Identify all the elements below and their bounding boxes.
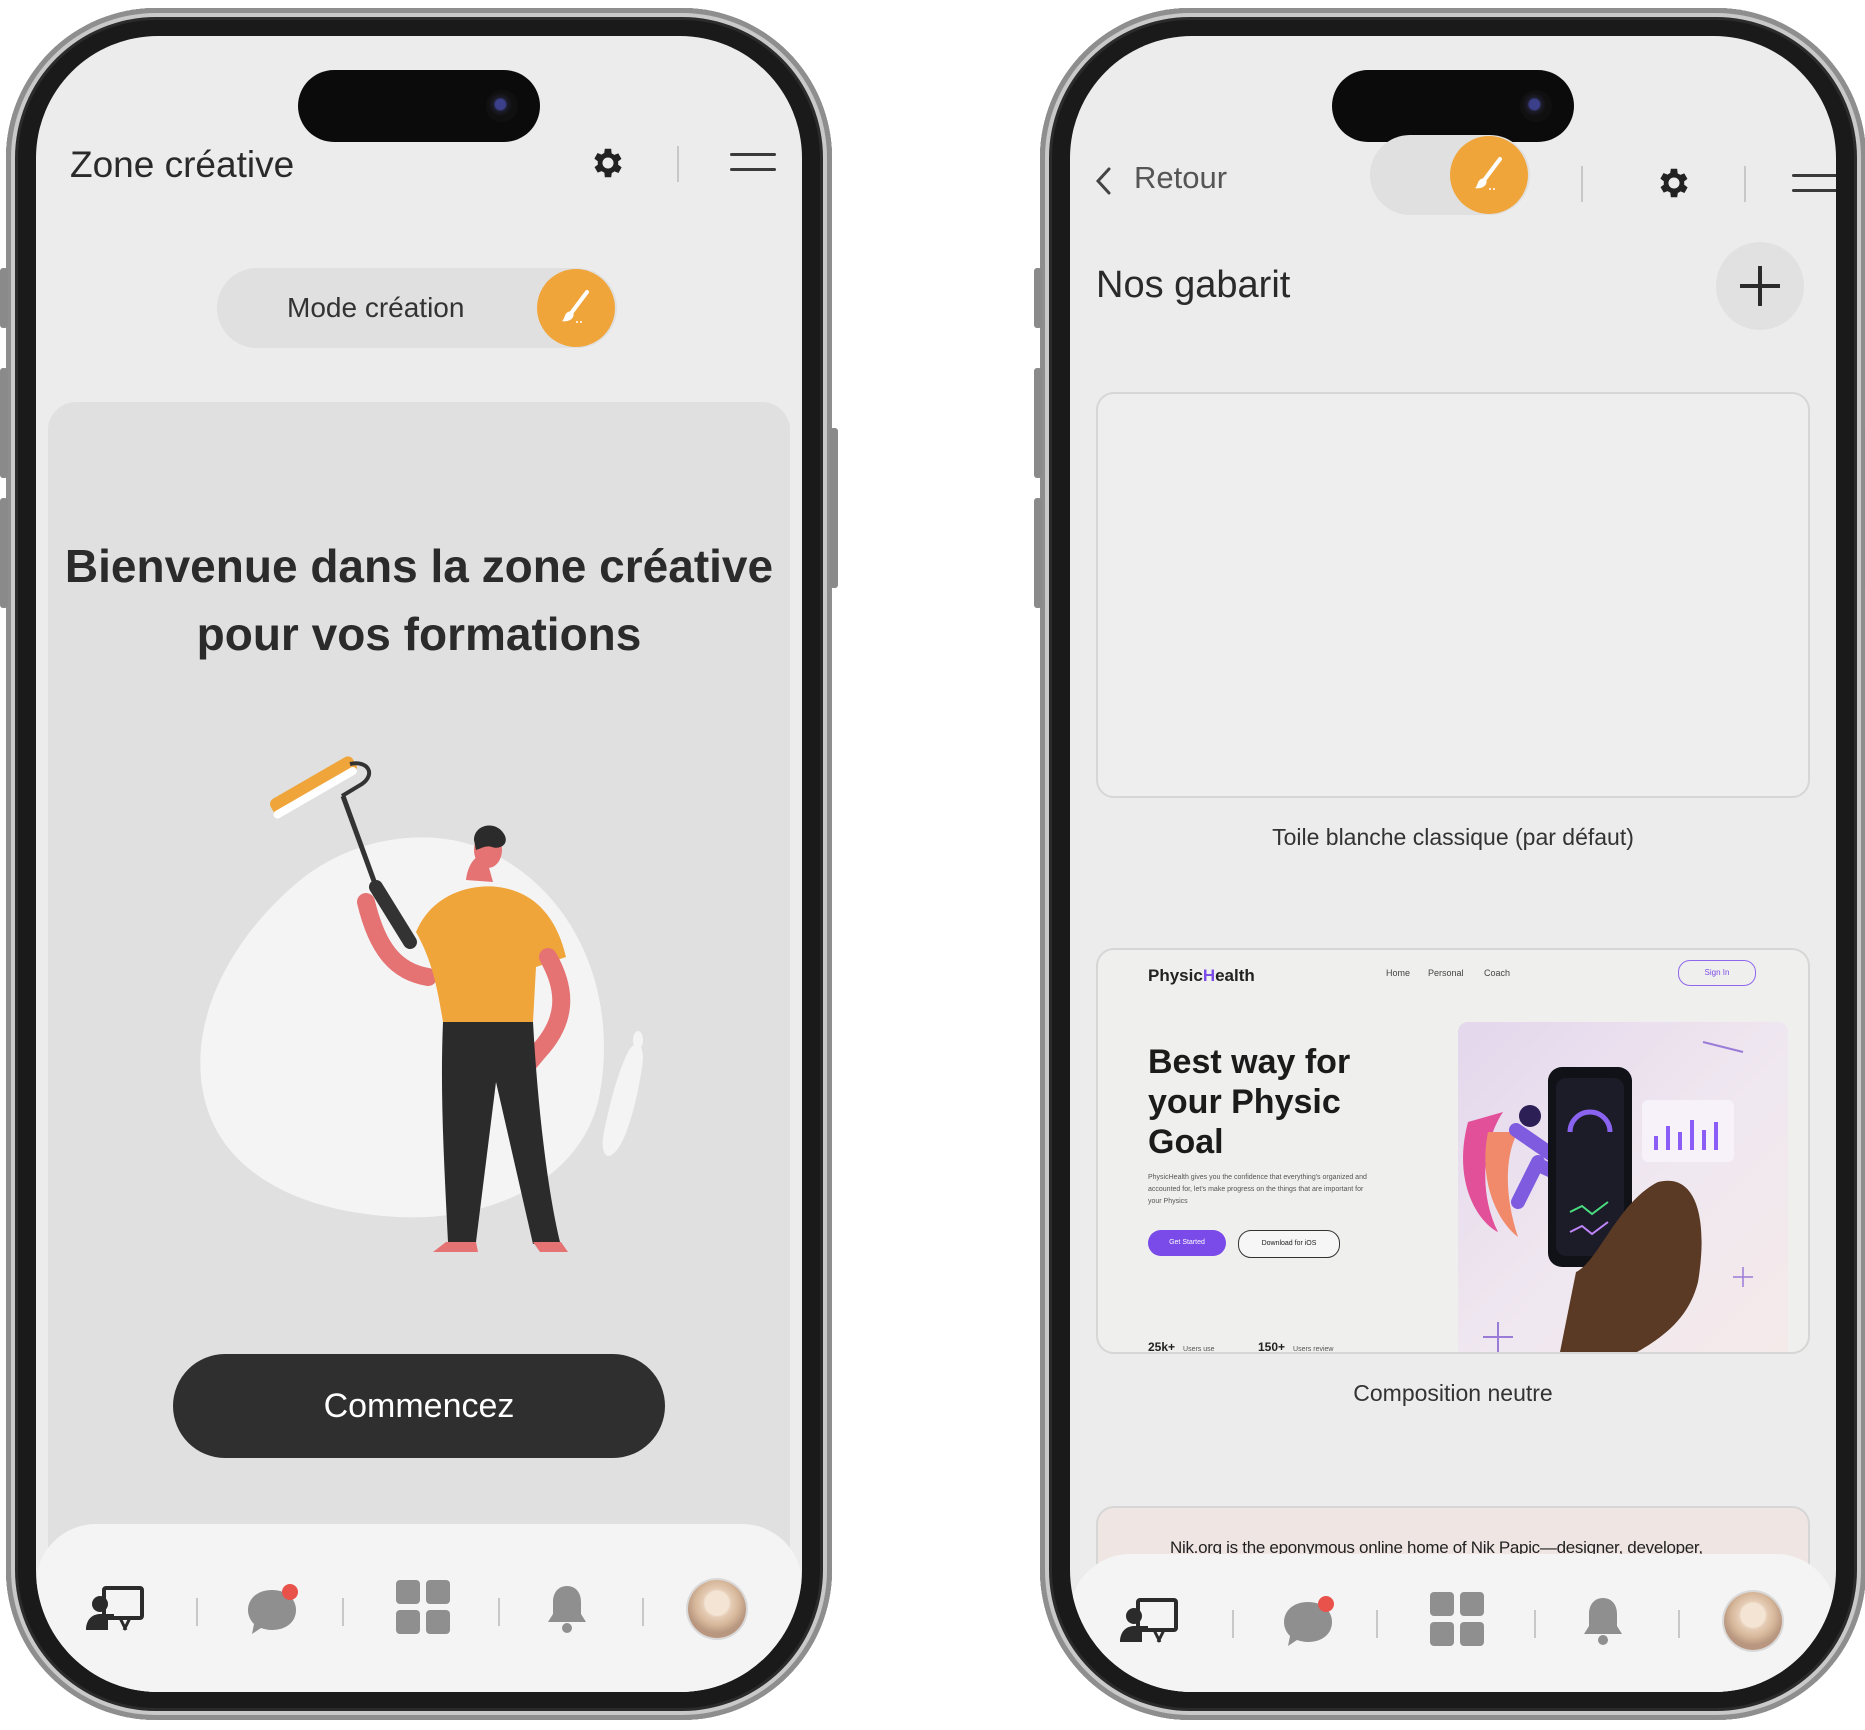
camera-icon [1520, 90, 1552, 122]
preview-nav-item: Home [1386, 968, 1411, 978]
nav-divider [1534, 1610, 1536, 1638]
gear-icon[interactable] [589, 144, 627, 182]
dynamic-island [1332, 70, 1574, 142]
volume-down-button [0, 498, 8, 608]
preview-stat: 25k+ Users use [1148, 1340, 1215, 1354]
bottom-navigation [36, 1524, 802, 1692]
preview-nav-item: Personal [1428, 968, 1464, 978]
volume-up-button [1034, 368, 1042, 478]
dashboard-icon[interactable] [1428, 1590, 1486, 1648]
runner-phone-illustration [1463, 1041, 1753, 1352]
nav-divider [498, 1598, 500, 1626]
preview-secondary-button: Download for iOS [1238, 1230, 1340, 1258]
template-card-blank[interactable] [1096, 392, 1810, 798]
preview-stat: 150+ Users review [1258, 1340, 1334, 1354]
template-caption: Toile blanche classique (par défaut) [1272, 824, 1634, 850]
mode-creation-toggle[interactable] [1370, 135, 1530, 215]
bell-icon[interactable] [544, 1582, 590, 1634]
template-card-neutral[interactable]: PhysicHealth Home Personal Coach Sign In… [1096, 948, 1810, 1354]
nav-divider [1376, 1610, 1378, 1638]
header-divider [1581, 166, 1583, 202]
power-button [830, 428, 838, 588]
chat-icon[interactable] [1280, 1592, 1340, 1650]
bottom-navigation [1070, 1554, 1836, 1692]
action-button [1034, 268, 1042, 328]
welcome-card: Bienvenue dans la zone créative pour vos… [48, 402, 790, 1692]
preview-headline: Best way for your Physic Goal [1148, 1043, 1351, 1161]
menu-icon[interactable] [1792, 171, 1836, 195]
dashboard-icon[interactable] [394, 1578, 452, 1636]
brush-toggle-knob[interactable] [1450, 136, 1528, 214]
chat-icon[interactable] [244, 1580, 304, 1638]
phone-left: Zone créative Mode création Bienvenue da… [0, 8, 838, 1720]
welcome-title: Bienvenue dans la zone créative pour vos… [48, 532, 790, 668]
welcome-title-line-2: pour vos formations [196, 608, 642, 660]
brush-toggle-knob[interactable] [537, 269, 615, 347]
welcome-title-line-1: Bienvenue dans la zone créative [64, 540, 774, 592]
nav-divider [642, 1598, 644, 1626]
preview-signin: Sign In [1678, 960, 1756, 986]
header-divider [1744, 166, 1746, 202]
avatar[interactable] [688, 1580, 746, 1638]
nav-divider [342, 1598, 344, 1626]
camera-icon [486, 90, 518, 122]
preview-description: PhysicHealth gives you the confidence th… [1148, 1174, 1367, 1205]
mode-creation-label: Mode création [287, 292, 465, 323]
plus-icon [1740, 266, 1780, 306]
back-label: Retour [1134, 160, 1228, 195]
header-divider [677, 146, 679, 182]
preview-primary-button: Get Started [1148, 1230, 1226, 1256]
brush-icon [562, 290, 589, 323]
template-caption: Composition neutre [1353, 1380, 1553, 1406]
painter-illustration [200, 756, 643, 1252]
volume-down-button [1034, 498, 1042, 608]
nav-divider [1678, 1610, 1680, 1638]
start-button[interactable]: Commencez [173, 1354, 665, 1458]
menu-icon[interactable] [730, 150, 776, 174]
add-template-button[interactable] [1716, 242, 1804, 330]
preview-hero-image [1458, 1022, 1788, 1352]
training-icon[interactable] [84, 1584, 146, 1636]
page-title: Zone créative [70, 144, 295, 185]
nav-divider [1232, 1610, 1234, 1638]
screen: Retour Nos gabarit Toile blanche classiq… [1070, 36, 1836, 1692]
training-icon[interactable] [1118, 1596, 1180, 1648]
brush-icon [1475, 157, 1502, 190]
section-title: Nos gabarit [1096, 264, 1291, 306]
volume-up-button [0, 368, 8, 478]
preview-logo: PhysicHealth [1148, 966, 1255, 985]
screen: Zone créative Mode création Bienvenue da… [36, 36, 802, 1692]
bell-icon[interactable] [1580, 1594, 1626, 1646]
chevron-left-icon [1095, 167, 1111, 195]
nav-divider [196, 1598, 198, 1626]
avatar[interactable] [1724, 1592, 1782, 1650]
action-button [0, 268, 8, 328]
gear-icon[interactable] [1655, 164, 1693, 202]
preview-nav-item: Coach [1484, 968, 1511, 978]
mode-creation-toggle[interactable]: Mode création [217, 268, 617, 348]
dynamic-island [298, 70, 540, 142]
phone-right: Retour Nos gabarit Toile blanche classiq… [1034, 8, 1865, 1720]
